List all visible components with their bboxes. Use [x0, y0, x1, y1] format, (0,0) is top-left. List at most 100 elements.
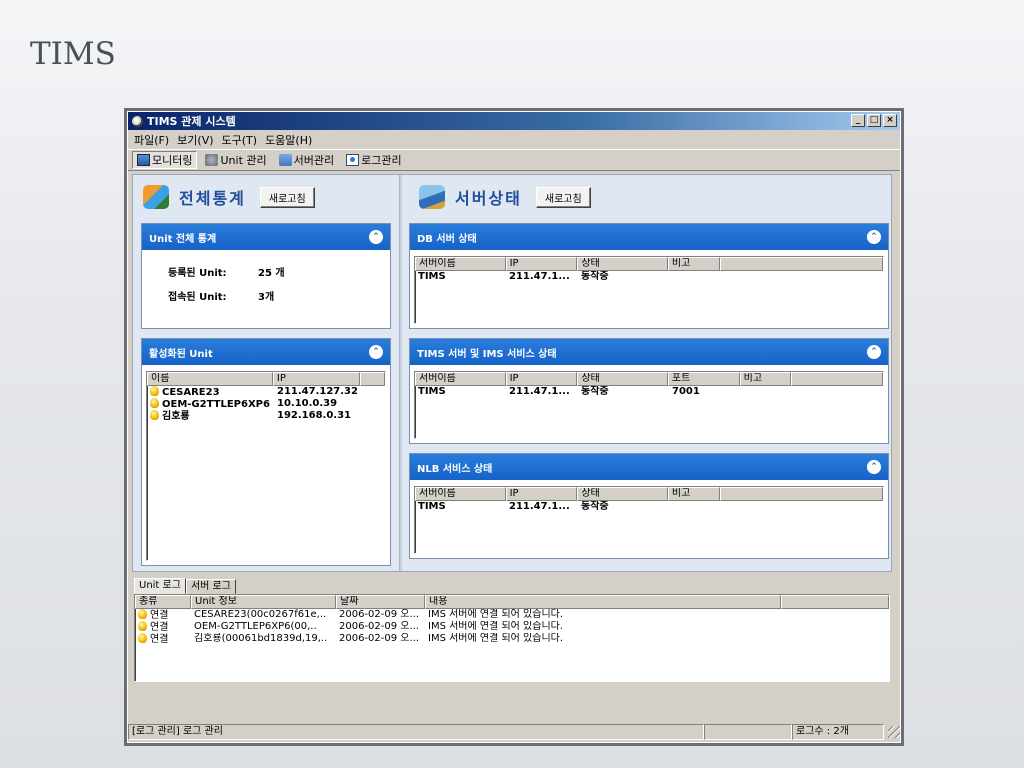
menu-file[interactable]: 파일(F) — [134, 132, 169, 148]
server-management-button[interactable]: 서버관리 — [275, 151, 338, 169]
tims-service-list[interactable]: 서버이름 IP 상태 포트 비고 TIMS 211.47.1... 동작중 70… — [414, 371, 884, 439]
table-row[interactable]: 연결 OEM-G2TTLEP6XP6(00,.. 2006-02-09 오...… — [135, 621, 889, 633]
server-note — [669, 501, 721, 513]
list-header: 서버이름 IP 상태 포트 비고 — [415, 372, 883, 386]
collapse-icon[interactable]: ⌃ — [867, 460, 881, 474]
column-port[interactable]: 포트 — [667, 372, 740, 386]
column-name[interactable]: 이름 — [147, 372, 273, 386]
log-management-label: 로그관리 — [361, 154, 402, 167]
server-name: TIMS — [418, 386, 446, 397]
active-units-panel: 활성화된 Unit ⌃ 이름 IP CESARE23 211.47.127.32… — [141, 338, 391, 566]
log-list[interactable]: 종류 Unit 정보 날짜 내용 연결 CESARE23(00c0267f61e… — [134, 594, 890, 682]
monitoring-button[interactable]: 모니터링 — [132, 151, 198, 169]
log-management-button[interactable]: 로그관리 — [342, 151, 405, 169]
column-extra[interactable] — [719, 487, 883, 501]
vertical-splitter[interactable] — [399, 175, 402, 571]
db-server-title: DB 서버 상태 — [417, 233, 477, 245]
unit-management-button[interactable]: Unit 관리 — [201, 151, 270, 169]
server-name: TIMS — [418, 271, 446, 282]
lightbulb-icon — [138, 633, 147, 643]
column-note[interactable]: 비고 — [739, 372, 792, 386]
collapse-icon[interactable]: ⌃ — [369, 345, 383, 359]
monitoring-label: 모니터링 — [152, 154, 193, 167]
column-extra[interactable] — [791, 372, 883, 386]
db-server-panel: DB 서버 상태 ⌃ 서버이름 IP 상태 비고 TIMS 211.47.1..… — [409, 223, 889, 329]
active-units-header: 활성화된 Unit ⌃ — [142, 339, 390, 365]
log-tabs: Unit 로그 서버 로그 — [132, 578, 892, 594]
app-window: TIMS 관제 시스템 _ □ × 파일(F) 보기(V) 도구(T) 도움말(… — [124, 108, 904, 746]
column-extra[interactable] — [781, 595, 889, 609]
menu-view[interactable]: 보기(V) — [177, 132, 213, 148]
connected-unit-label: 접속된 Unit: — [168, 292, 227, 303]
column-ip[interactable]: IP — [505, 372, 578, 386]
log-panel: Unit 로그 서버 로그 종류 Unit 정보 날짜 내용 연결 CESARE… — [132, 578, 892, 694]
tab-unit-log[interactable]: Unit 로그 — [134, 578, 186, 594]
menu-help[interactable]: 도움말(H) — [265, 132, 312, 148]
active-units-list[interactable]: 이름 IP CESARE23 211.47.127.32 OEM-G2TTLEP… — [146, 371, 386, 561]
maximize-button[interactable]: □ — [867, 114, 881, 127]
column-content[interactable]: 내용 — [425, 595, 781, 609]
column-status[interactable]: 상태 — [577, 372, 668, 386]
statistics-refresh-button[interactable]: 새로고침 — [259, 186, 315, 208]
menu-tools[interactable]: 도구(T) — [222, 132, 258, 148]
list-item[interactable]: 김호룡 192.168.0.31 — [147, 410, 385, 422]
server-status: 동작중 — [581, 271, 609, 282]
toolbar: 모니터링 Unit 관리 서버관리 로그관리 — [128, 149, 900, 171]
column-ip[interactable]: IP — [505, 487, 578, 501]
table-row[interactable]: 연결 CESARE23(00c0267f61e,.. 2006-02-09 오.… — [135, 609, 889, 621]
server-management-label: 서버관리 — [293, 154, 335, 167]
column-status[interactable]: 상태 — [577, 257, 668, 271]
column-extra[interactable] — [360, 372, 385, 386]
collapse-icon[interactable]: ⌃ — [867, 230, 881, 244]
log-type: 연결 — [150, 610, 169, 621]
nlb-service-title: NLB 서비스 상태 — [417, 463, 493, 475]
list-header: 종류 Unit 정보 날짜 내용 — [135, 595, 889, 609]
lightbulb-icon — [138, 621, 147, 631]
list-item[interactable]: OEM-G2TTLEP6XP6 10.10.0.39 — [147, 398, 385, 410]
list-header: 이름 IP — [147, 372, 385, 386]
collapse-icon[interactable]: ⌃ — [867, 345, 881, 359]
minimize-button[interactable]: _ — [851, 114, 865, 127]
column-date[interactable]: 날짜 — [336, 595, 425, 609]
app-icon — [132, 115, 143, 127]
column-unit-info[interactable]: Unit 정보 — [191, 595, 336, 609]
table-row[interactable]: TIMS 211.47.1... 동작중 — [415, 271, 883, 283]
column-ip[interactable]: IP — [505, 257, 578, 271]
server-ip: 211.47.1... — [509, 271, 570, 282]
log-type: 연결 — [150, 622, 169, 633]
title-bar[interactable]: TIMS 관제 시스템 _ □ × — [128, 112, 900, 130]
unit-name: OEM-G2TTLEP6XP6 — [162, 399, 270, 410]
lightbulb-icon — [138, 609, 147, 619]
unit-management-label: Unit 관리 — [220, 154, 267, 167]
log-content: IMS 서버에 연결 되어 있습니다. — [428, 621, 564, 632]
unit-ip: 211.47.127.32 — [277, 386, 358, 397]
column-extra[interactable] — [719, 257, 883, 271]
column-ip[interactable]: IP — [272, 372, 361, 386]
resize-grip-icon[interactable] — [888, 726, 900, 738]
column-server-name[interactable]: 서버이름 — [415, 257, 506, 271]
close-button[interactable]: × — [883, 114, 897, 127]
server-status: 동작중 — [581, 386, 609, 397]
column-note[interactable]: 비고 — [667, 257, 720, 271]
column-type[interactable]: 종류 — [135, 595, 191, 609]
table-row[interactable]: TIMS 211.47.1... 동작중 — [415, 501, 883, 513]
connected-unit-value: 3개 — [258, 292, 275, 303]
tab-server-log[interactable]: 서버 로그 — [185, 579, 236, 594]
window-frame: TIMS 관제 시스템 _ □ × 파일(F) 보기(V) 도구(T) 도움말(… — [127, 111, 901, 743]
list-header: 서버이름 IP 상태 비고 — [415, 487, 883, 501]
server-refresh-button[interactable]: 새로고침 — [535, 186, 591, 208]
statistics-title: 전체통계 — [179, 189, 246, 208]
list-item[interactable]: CESARE23 211.47.127.32 — [147, 386, 385, 398]
server-name: TIMS — [418, 501, 446, 512]
table-row[interactable]: TIMS 211.47.1... 동작중 7001 — [415, 386, 883, 398]
column-server-name[interactable]: 서버이름 — [415, 372, 506, 386]
column-note[interactable]: 비고 — [667, 487, 720, 501]
unit-name: CESARE23 — [162, 387, 220, 398]
table-row[interactable]: 연결 김호룡(00061bd1839d,19,.. 2006-02-09 오..… — [135, 633, 889, 645]
column-status[interactable]: 상태 — [577, 487, 668, 501]
db-server-list[interactable]: 서버이름 IP 상태 비고 TIMS 211.47.1... 동작중 — [414, 256, 884, 324]
nlb-service-list[interactable]: 서버이름 IP 상태 비고 TIMS 211.47.1... 동작중 — [414, 486, 884, 554]
collapse-icon[interactable]: ⌃ — [369, 230, 383, 244]
column-server-name[interactable]: 서버이름 — [415, 487, 506, 501]
log-icon — [346, 154, 360, 166]
